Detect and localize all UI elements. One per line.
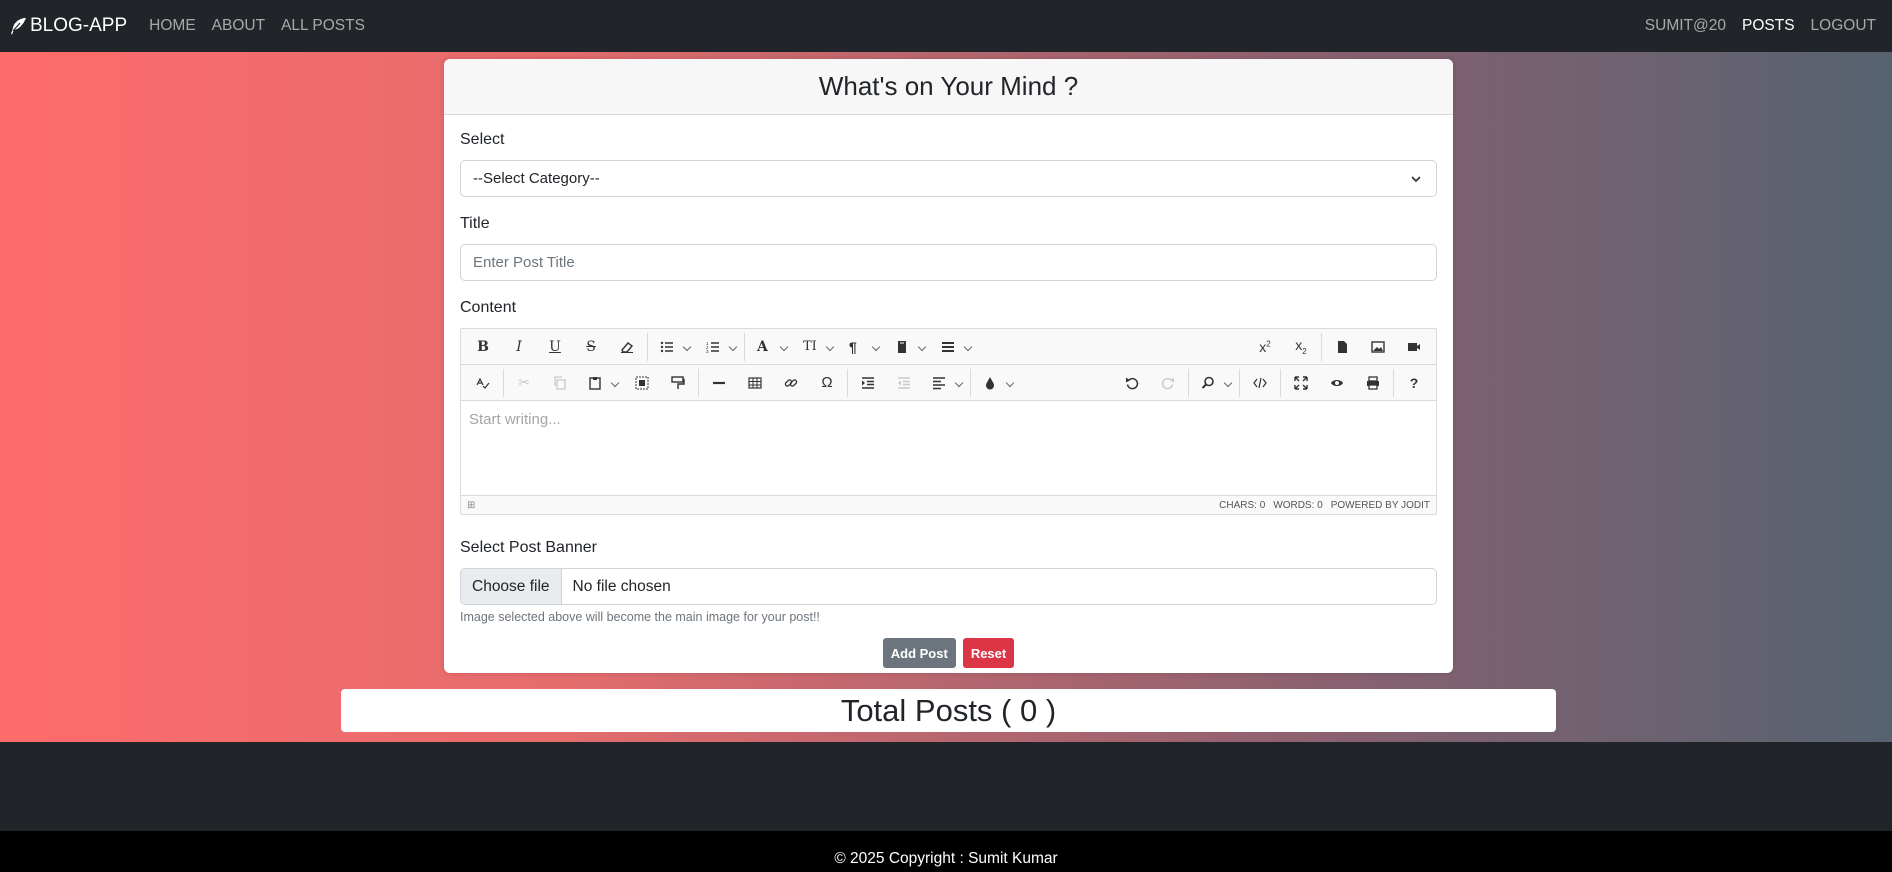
title-label: Title	[460, 215, 490, 232]
table-icon[interactable]	[737, 368, 773, 398]
brand-label: BLOG-APP	[30, 15, 128, 36]
resize-handle-icon[interactable]: ⊞	[467, 500, 475, 511]
words-count: WORDS: 0	[1273, 499, 1323, 511]
nav-logout[interactable]: LOGOUT	[1803, 17, 1884, 35]
superscript-icon[interactable]: x2	[1247, 332, 1283, 362]
editor-toolbar-row-1: B I U S 123 A TI ¶ x2 x2	[461, 329, 1436, 365]
class-span-icon[interactable]	[885, 332, 931, 362]
brand[interactable]: BLOG-APP	[8, 15, 127, 37]
undo-icon[interactable]	[1114, 368, 1150, 398]
italic-icon[interactable]: I	[501, 332, 537, 362]
underline-icon[interactable]: U	[537, 332, 573, 362]
add-post-button[interactable]: Add Post	[882, 638, 956, 668]
nav-user[interactable]: SUMIT@20	[1637, 17, 1734, 35]
form-buttons: Add Post Reset	[460, 638, 1437, 668]
feather-icon	[11, 18, 26, 35]
post-form-card: What's on Your Mind ? Select --Select Ca…	[444, 59, 1453, 673]
strikethrough-icon[interactable]: S	[573, 332, 609, 362]
editor-content-area[interactable]: Start writing...	[461, 401, 1436, 495]
editor-toolbar-row-2: ✂ Ω ?	[461, 365, 1436, 401]
special-characters-icon[interactable]: Ω	[809, 368, 845, 398]
footer-copyright: © 2025 Copyright : Sumit Kumar	[834, 850, 1058, 867]
total-posts-banner: Total Posts ( 0 )	[341, 689, 1556, 732]
svg-text:3: 3	[706, 349, 709, 354]
font-size-icon[interactable]: TI	[793, 332, 839, 362]
select-all-icon[interactable]	[624, 368, 660, 398]
banner-help-text: Image selected above will become the mai…	[460, 610, 820, 624]
cut-icon[interactable]: ✂	[506, 368, 542, 398]
file-icon[interactable]	[1324, 332, 1360, 362]
link-icon[interactable]	[773, 368, 809, 398]
banner-label: Select Post Banner	[460, 539, 597, 556]
form-heading: What's on Your Mind ?	[444, 59, 1453, 115]
paste-icon[interactable]	[578, 368, 624, 398]
footer: © 2025 Copyright : Sumit Kumar	[0, 831, 1892, 872]
nav-home[interactable]: HOME	[141, 17, 204, 35]
print-icon[interactable]	[1355, 368, 1391, 398]
search-icon[interactable]	[1191, 368, 1237, 398]
spellcheck-icon[interactable]	[465, 368, 501, 398]
subscript-icon[interactable]: x2	[1283, 332, 1319, 362]
bold-icon[interactable]: B	[465, 332, 501, 362]
align-icon[interactable]	[922, 368, 968, 398]
horizontal-rule-icon[interactable]	[701, 368, 737, 398]
bullet-list-icon[interactable]	[650, 332, 696, 362]
copy-icon[interactable]	[542, 368, 578, 398]
help-icon[interactable]: ?	[1396, 368, 1432, 398]
outdent-icon[interactable]	[886, 368, 922, 398]
powered-by-link[interactable]: POWERED BY JODIT	[1331, 500, 1430, 511]
eraser-icon[interactable]	[609, 332, 645, 362]
file-status: No file chosen	[572, 577, 671, 595]
preview-icon[interactable]	[1319, 368, 1355, 398]
paragraph-icon[interactable]: ¶	[839, 332, 885, 362]
indent-icon[interactable]	[850, 368, 886, 398]
source-code-icon[interactable]	[1242, 368, 1278, 398]
copy-format-icon[interactable]	[660, 368, 696, 398]
choose-file-button[interactable]: Choose file	[461, 569, 562, 604]
select-label: Select	[460, 131, 505, 148]
content-label: Content	[460, 299, 517, 316]
navbar: BLOG-APP HOME ABOUT ALL POSTS SUMIT@20 P…	[0, 0, 1892, 52]
video-icon[interactable]	[1396, 332, 1432, 362]
fullscreen-icon[interactable]	[1283, 368, 1319, 398]
title-input[interactable]: Enter Post Title	[460, 244, 1437, 281]
reset-button[interactable]: Reset	[962, 638, 1015, 668]
rich-text-editor: B I U S 123 A TI ¶ x2 x2 ✂ Ω ? Start wri…	[460, 328, 1437, 515]
nav-right: SUMIT@20 POSTS LOGOUT	[1637, 17, 1884, 35]
nav-all-posts[interactable]: ALL POSTS	[273, 17, 373, 35]
chevron-down-icon	[1411, 176, 1421, 183]
editor-statusbar: ⊞ CHARS: 0 WORDS: 0 POWERED BY JODIT	[461, 495, 1436, 514]
font-icon[interactable]: A	[747, 332, 793, 362]
chars-count: CHARS: 0	[1219, 499, 1266, 511]
category-select[interactable]: --Select Category--	[460, 160, 1437, 197]
nav-posts[interactable]: POSTS	[1734, 17, 1803, 35]
numbered-list-icon[interactable]: 123	[696, 332, 742, 362]
redo-icon[interactable]	[1150, 368, 1186, 398]
color-icon[interactable]	[973, 368, 1019, 398]
image-icon[interactable]	[1360, 332, 1396, 362]
nav-about[interactable]: ABOUT	[204, 17, 273, 35]
lines-icon[interactable]	[931, 332, 977, 362]
banner-file-input[interactable]: Choose file No file chosen	[460, 568, 1437, 605]
category-select-value: --Select Category--	[473, 170, 600, 187]
